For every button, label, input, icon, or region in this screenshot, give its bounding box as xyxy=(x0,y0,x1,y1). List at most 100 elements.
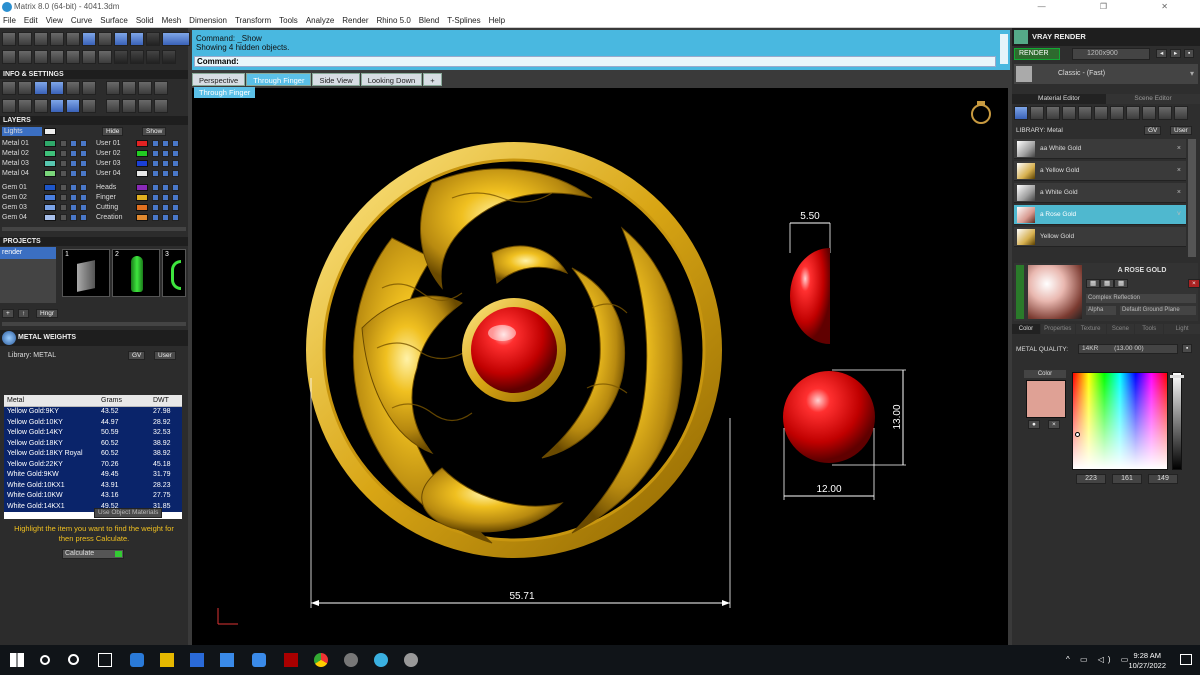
blue-value-field[interactable]: 149 xyxy=(1148,474,1178,484)
table-row[interactable]: White Gold:10KX1 43.91 28.23 xyxy=(4,480,182,491)
tool-icon[interactable] xyxy=(130,50,144,64)
cutting-swatch[interactable] xyxy=(136,204,148,211)
tool-icon[interactable] xyxy=(66,32,80,46)
tool-icon[interactable] xyxy=(34,32,48,46)
tool-icon[interactable] xyxy=(66,50,80,64)
project-thumb-1[interactable]: 1 xyxy=(62,249,110,297)
project-thumb-2[interactable]: 2 xyxy=(112,249,160,297)
preset-row[interactable]: Classic - (Fast) ▾ xyxy=(1014,64,1198,84)
tool-icon[interactable] xyxy=(1062,106,1076,120)
visibility-icon[interactable] xyxy=(162,214,169,221)
col-dwt[interactable]: DWT xyxy=(150,395,180,406)
user-03-swatch[interactable] xyxy=(136,160,148,167)
tool-icon[interactable] xyxy=(34,81,48,95)
ring-view-icon[interactable] xyxy=(971,104,991,124)
visibility-icon[interactable] xyxy=(70,184,77,191)
visibility-icon[interactable] xyxy=(152,160,159,167)
preview-collapse[interactable] xyxy=(1016,265,1024,319)
tool-icon[interactable] xyxy=(1030,106,1044,120)
projects-splitter[interactable] xyxy=(2,322,186,326)
material-item-selected[interactable]: a Rose Gold ˅ xyxy=(1014,205,1186,225)
chrome-icon[interactable] xyxy=(314,653,328,667)
menu-blend[interactable]: Blend xyxy=(419,14,439,27)
menu-view[interactable]: View xyxy=(46,14,63,27)
menu-edit[interactable]: Edit xyxy=(24,14,38,27)
tool-icon[interactable] xyxy=(1078,106,1092,120)
visibility-icon[interactable] xyxy=(80,140,87,147)
visibility-icon[interactable] xyxy=(172,170,179,177)
tool-icon[interactable] xyxy=(82,99,96,113)
lock-icon[interactable] xyxy=(60,150,67,157)
library-btn-user[interactable]: User xyxy=(1170,126,1192,135)
tool-icon[interactable] xyxy=(114,32,128,46)
tool-icon[interactable] xyxy=(98,50,112,64)
front-gem[interactable] xyxy=(783,371,875,463)
material-delete-icon[interactable]: × xyxy=(1188,279,1200,288)
layer-creation[interactable]: Creation xyxy=(96,213,122,222)
color-picker-cursor[interactable] xyxy=(1075,432,1080,437)
menu-tools[interactable]: Tools xyxy=(279,14,298,27)
layer-gem-01[interactable]: Gem 01 xyxy=(2,183,27,192)
tool-icon[interactable] xyxy=(18,32,32,46)
hinge-button[interactable]: Hngr xyxy=(36,309,59,318)
tab-looking-down[interactable]: Looking Down xyxy=(360,73,423,86)
file-explorer-icon[interactable] xyxy=(160,653,174,667)
subtab-light[interactable]: Light xyxy=(1164,324,1200,334)
up-button[interactable]: ↑ xyxy=(18,309,30,318)
subtab-texture[interactable]: Texture xyxy=(1075,324,1106,334)
layer-metal-03[interactable]: Metal 03 xyxy=(2,159,29,168)
layer-heads[interactable]: Heads xyxy=(96,183,116,192)
tab-perspective[interactable]: Perspective xyxy=(192,73,246,86)
calculate-button[interactable]: Calculate xyxy=(62,549,124,559)
subtab-tools[interactable]: Tools xyxy=(1135,324,1164,334)
matrix-app-icon[interactable] xyxy=(344,653,358,667)
project-list[interactable] xyxy=(0,259,56,303)
visibility-icon[interactable] xyxy=(70,214,77,221)
color-picker-field[interactable] xyxy=(1072,372,1168,470)
store-icon[interactable] xyxy=(190,653,204,667)
tool-icon[interactable] xyxy=(2,50,16,64)
visibility-icon[interactable] xyxy=(162,170,169,177)
subtab-color[interactable]: Color xyxy=(1012,324,1040,334)
tab-scene-editor[interactable]: Scene Editor xyxy=(1106,94,1200,104)
app-icon[interactable] xyxy=(374,653,388,667)
finger-swatch[interactable] xyxy=(136,194,148,201)
layer-gem-04[interactable]: Gem 04 xyxy=(2,213,27,222)
tab-material-editor[interactable]: Material Editor xyxy=(1012,94,1106,104)
menu-transform[interactable]: Transform xyxy=(235,14,271,27)
tool-icon[interactable] xyxy=(138,99,152,113)
tool-icon[interactable] xyxy=(66,81,80,95)
dim-height-label[interactable]: 13.00 xyxy=(892,404,903,429)
app-icon[interactable] xyxy=(284,653,298,667)
add-project-button[interactable]: + xyxy=(2,309,14,318)
visibility-icon[interactable] xyxy=(70,140,77,147)
project-thumb-3[interactable]: 3 xyxy=(162,249,186,297)
layer-user-04[interactable]: User 04 xyxy=(96,169,121,178)
tool-icon[interactable] xyxy=(82,32,96,46)
menu-solid[interactable]: Solid xyxy=(136,14,154,27)
render-option-icon[interactable]: ▸ xyxy=(1170,49,1182,58)
visibility-icon[interactable] xyxy=(162,204,169,211)
tool-icon[interactable] xyxy=(122,81,136,95)
user-02-swatch[interactable] xyxy=(136,150,148,157)
tool-icon[interactable] xyxy=(18,99,32,113)
material-item[interactable]: a Yellow Gold × xyxy=(1014,161,1186,181)
project-render[interactable]: render xyxy=(0,247,56,259)
metal-quality-button[interactable]: ▪ xyxy=(1182,344,1193,353)
tool-icon[interactable] xyxy=(146,32,160,46)
color-swatch[interactable] xyxy=(1026,380,1066,418)
visibility-icon[interactable] xyxy=(162,150,169,157)
mail-icon[interactable] xyxy=(220,653,234,667)
visibility-icon[interactable] xyxy=(152,150,159,157)
table-row[interactable]: Yellow Gold:22KY 70.26 45.18 xyxy=(4,459,182,470)
layer-user-03[interactable]: User 03 xyxy=(96,159,121,168)
col-metal[interactable]: Metal xyxy=(4,395,98,406)
menu-help[interactable]: Help xyxy=(489,14,505,27)
command-input[interactable]: Command: xyxy=(194,56,996,67)
render-option-icon[interactable]: ▪ xyxy=(1184,49,1195,58)
tool-icon[interactable] xyxy=(154,99,168,113)
tool-icon[interactable] xyxy=(130,32,144,46)
table-row[interactable]: Yellow Gold:9KY 43.52 27.98 xyxy=(4,407,182,418)
visibility-icon[interactable] xyxy=(80,184,87,191)
reflection-dropdown[interactable]: Complex Reflection xyxy=(1086,294,1196,303)
